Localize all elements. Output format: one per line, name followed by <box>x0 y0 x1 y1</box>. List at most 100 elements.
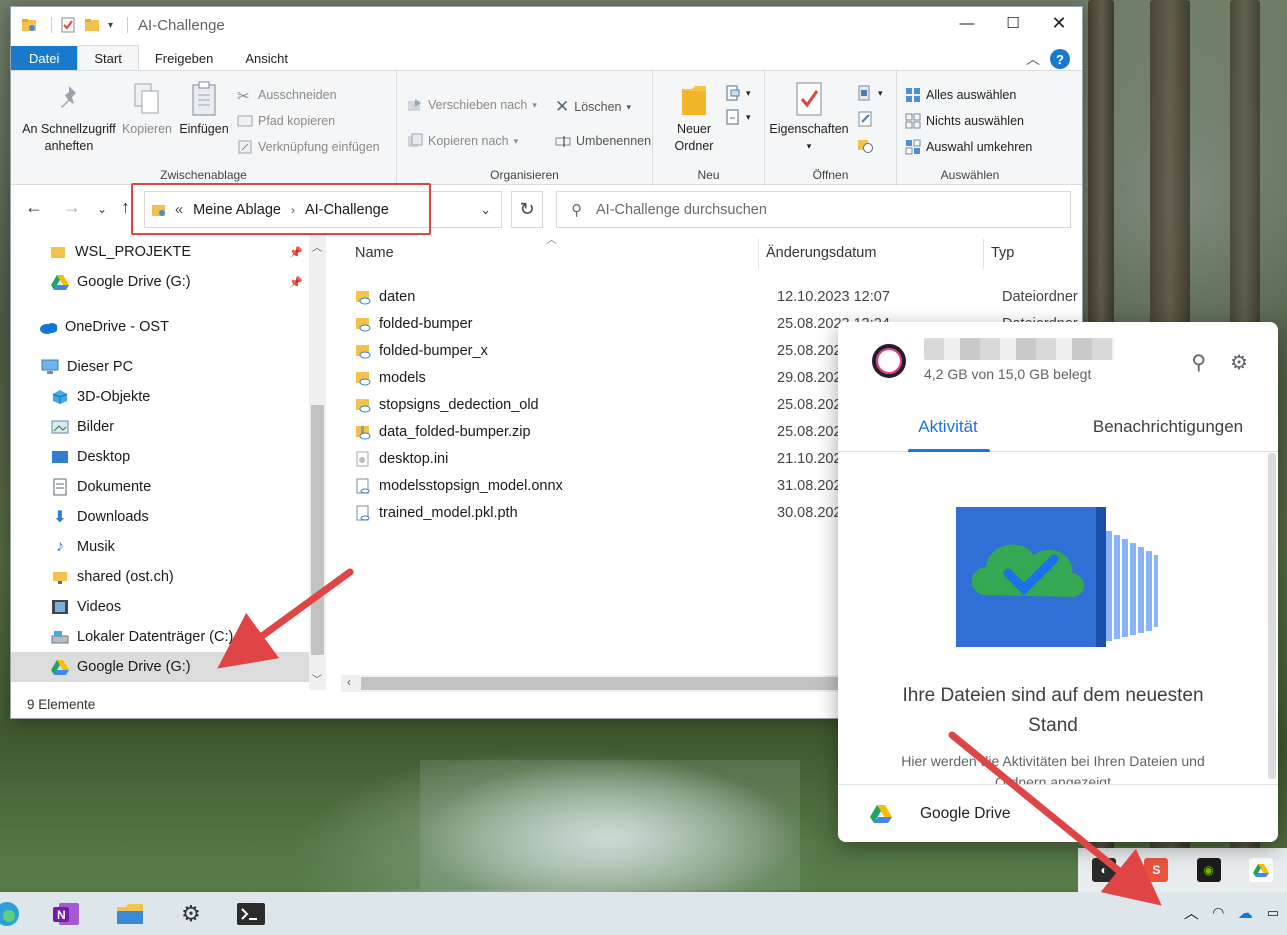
pin-icon[interactable]: 📌 <box>289 276 303 289</box>
up-arrow-icon[interactable]: ↑ <box>121 197 130 218</box>
delete-button[interactable]: ✕ Löschen ▾ <box>555 97 631 117</box>
address-dropdown-chevron-icon[interactable]: ⌄ <box>480 202 491 218</box>
file-row[interactable]: daten 12.10.2023 12:07 Dateiordner <box>355 283 1085 310</box>
column-header-name[interactable]: Name <box>355 235 394 271</box>
google-drive-tray-icon[interactable] <box>1248 858 1273 882</box>
cut-button[interactable]: ✂ Ausschneiden <box>237 87 337 105</box>
nav-item-desktop[interactable]: Desktop <box>11 442 309 472</box>
scroll-left-icon[interactable]: ‹ <box>347 675 351 689</box>
close-button[interactable]: ✕ <box>1036 7 1082 39</box>
rename-button[interactable]: Umbenennen <box>555 133 651 149</box>
collapse-ribbon-icon[interactable]: ︿ <box>1026 49 1040 69</box>
navigation-scrollbar[interactable]: ︿ ﹀ <box>309 235 326 690</box>
new-folder-icon[interactable] <box>84 17 100 33</box>
nav-item-dieser-pc[interactable]: Dieser PC <box>11 352 309 382</box>
settings-gear-icon[interactable]: ⚙ <box>176 900 206 928</box>
new-item-icon <box>726 85 740 101</box>
copy-path-button[interactable]: Pfad kopieren <box>237 113 335 129</box>
file-explorer-icon[interactable] <box>115 900 145 928</box>
forward-arrow-icon[interactable]: → <box>63 197 81 218</box>
scroll-thumb[interactable] <box>311 405 324 655</box>
ini-file-icon <box>356 451 369 466</box>
app-tray-icon[interactable]: ◐ <box>1092 858 1117 882</box>
storage-usage: 4,2 GB von 15,0 GB belegt <box>924 366 1092 382</box>
search-icon[interactable]: ⚲ <box>1191 350 1206 375</box>
column-separator[interactable] <box>758 239 759 269</box>
s-app-tray-icon[interactable]: S <box>1144 858 1169 882</box>
help-icon[interactable]: ? <box>1050 49 1070 69</box>
nav-item-google-drive[interactable]: Google Drive (G:) <box>11 652 309 682</box>
nav-item-downloads[interactable]: ⬇ Downloads <box>11 502 309 532</box>
redacted-account-name <box>924 338 1114 360</box>
column-header-type[interactable]: Typ <box>991 235 1014 271</box>
nav-item-bilder[interactable]: Bilder <box>11 412 309 442</box>
pin-quick-access-button[interactable]: An Schnellzugriff anheften <box>17 81 121 155</box>
maximize-button[interactable]: ☐ <box>990 7 1036 39</box>
history-icon <box>858 140 873 153</box>
navigation-pane: WSL_PROJEKTE 📌 Google Drive (G:) 📌 OneDriv… <box>11 235 329 690</box>
copy-button[interactable]: Kopieren <box>119 81 175 138</box>
scroll-up-icon[interactable]: ︿ <box>312 239 322 254</box>
computer-icon <box>41 358 59 376</box>
new-folder-button[interactable]: Neuer Ordner <box>669 81 719 155</box>
scroll-down-icon[interactable]: ﹀ <box>312 671 322 686</box>
ribbon-tabs: Datei Start Freigeben Ansicht ︿ ? <box>11 45 1082 71</box>
nvidia-tray-icon[interactable]: ◉ <box>1196 858 1221 882</box>
battery-icon[interactable]: ▭ <box>1267 905 1279 921</box>
pin-icon[interactable]: 📌 <box>289 246 303 259</box>
minimize-button[interactable]: — <box>944 7 990 39</box>
open-button[interactable]: ▾ <box>857 85 883 101</box>
nav-item-musik[interactable]: ♪ Musik <box>11 532 309 562</box>
nav-item-shared[interactable]: shared (ost.ch) <box>11 562 309 592</box>
tab-freigeben[interactable]: Freigeben <box>139 46 230 71</box>
terminal-icon[interactable] <box>236 900 266 928</box>
refresh-button[interactable]: ↻ <box>511 191 543 228</box>
wifi-icon[interactable]: ◜◝ <box>1213 904 1224 921</box>
tab-activity[interactable]: Aktivität <box>838 402 1058 452</box>
back-arrow-icon[interactable]: ← <box>25 197 43 218</box>
cloud-folder-icon <box>356 371 371 385</box>
move-to-button[interactable]: Verschieben nach ▾ <box>407 97 537 113</box>
nav-item-3d-objekte[interactable]: 3D-Objekte <box>11 382 309 412</box>
onedrive-sync-icon[interactable]: ☁ <box>1238 904 1253 922</box>
onenote-icon[interactable]: N <box>52 900 82 928</box>
open-google-drive-link[interactable]: Google Drive <box>838 784 1278 842</box>
tab-datei[interactable]: Datei <box>11 46 78 71</box>
edge-icon[interactable] <box>0 900 22 928</box>
clipboard-group: An Schnellzugriff anheften Kopieren Einf… <box>11 71 397 186</box>
drive-scrollbar[interactable] <box>1268 453 1276 779</box>
copy-to-button[interactable]: Kopieren nach ▾ <box>407 133 518 149</box>
edit-button[interactable] <box>857 111 873 127</box>
search-input[interactable]: ⚲ AI-Challenge durchsuchen <box>556 191 1071 228</box>
invert-selection-button[interactable]: Auswahl umkehren <box>905 139 1032 155</box>
recent-locations-chevron-icon[interactable]: ⌄ <box>97 202 107 216</box>
select-all-button[interactable]: Alles auswählen <box>905 87 1016 103</box>
show-hidden-icons-chevron-icon[interactable]: ︿ <box>1184 902 1199 923</box>
avatar[interactable] <box>872 344 906 378</box>
properties-button[interactable]: Eigenschaften ▾ <box>767 81 851 155</box>
history-button[interactable] <box>857 137 873 153</box>
paste-button[interactable]: Einfügen <box>175 81 233 138</box>
select-group: Alles auswählen Nichts auswählen Auswahl… <box>897 71 1043 186</box>
gear-icon[interactable]: ⚙ <box>1230 350 1248 375</box>
nav-item-onedrive[interactable]: OneDrive - OST <box>11 312 309 342</box>
tab-notifications[interactable]: Benachrichtigungen <box>1058 402 1278 451</box>
chevron-down-icon[interactable]: ▾ <box>108 20 113 31</box>
tab-ansicht[interactable]: Ansicht <box>229 46 304 71</box>
nav-item-videos[interactable]: Videos <box>11 592 309 622</box>
paste-shortcut-button[interactable]: Verknüpfung einfügen <box>237 139 380 155</box>
nav-item-local-disk[interactable]: Lokaler Datenträger (C:) <box>11 622 309 652</box>
properties-icon[interactable] <box>60 17 76 33</box>
nav-item-wsl-projekte[interactable]: WSL_PROJEKTE 📌 <box>11 237 309 267</box>
cloud-folder-icon <box>356 290 371 304</box>
easy-access-button[interactable]: ▾ <box>725 109 751 125</box>
column-separator[interactable] <box>983 239 984 269</box>
scroll-thumb[interactable] <box>361 677 841 690</box>
tab-start[interactable]: Start <box>77 45 139 71</box>
sort-ascending-icon: ︿ <box>546 234 557 246</box>
column-header-date[interactable]: Änderungsdatum <box>766 235 876 271</box>
new-item-button[interactable]: ▾ <box>725 85 751 101</box>
nav-item-dokumente[interactable]: Dokumente <box>11 472 309 502</box>
nav-item-google-drive-pinned[interactable]: Google Drive (G:) 📌 <box>11 267 309 297</box>
select-none-button[interactable]: Nichts auswählen <box>905 113 1024 129</box>
